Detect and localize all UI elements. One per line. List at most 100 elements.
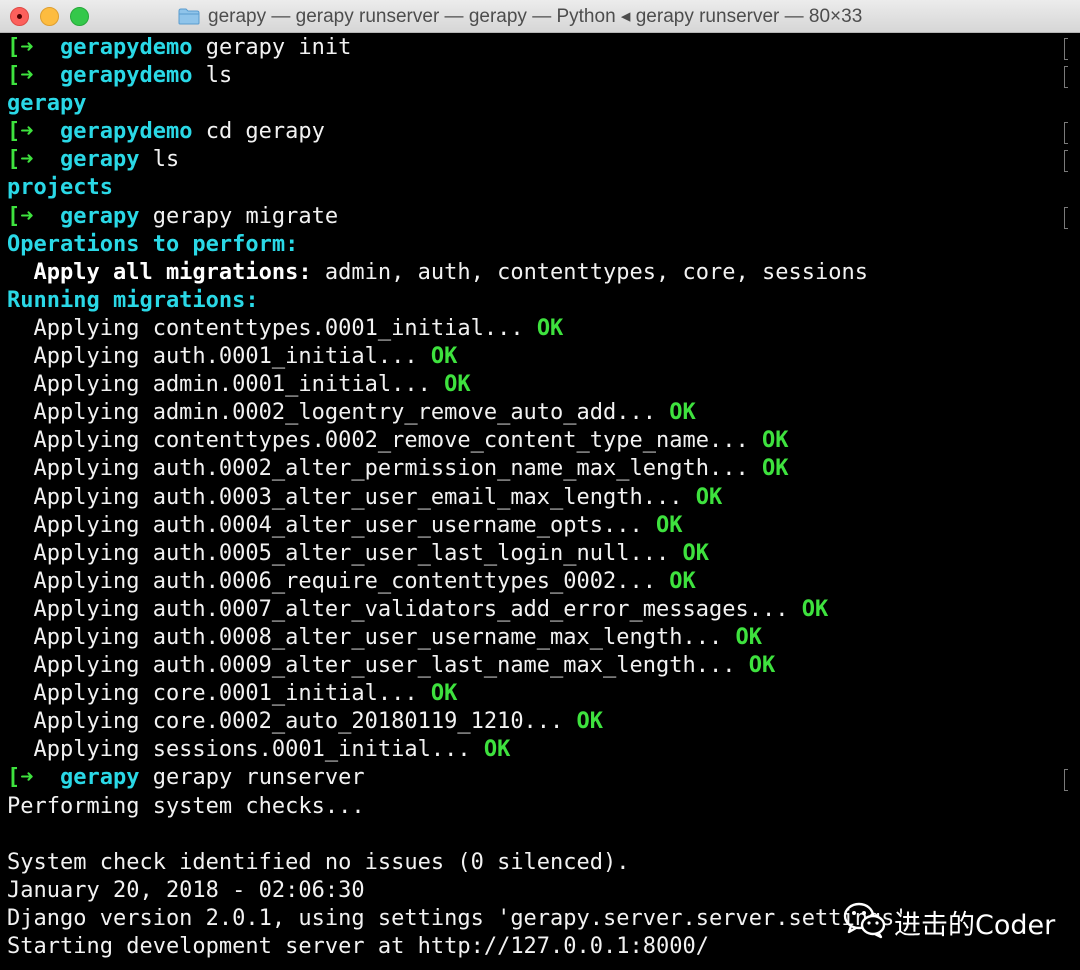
window-title: gerapy — gerapy runserver — gerapy — Pyt… xyxy=(208,6,863,27)
output-text: January 20, 2018 - 02:06:30 xyxy=(7,877,365,903)
command-text: cd gerapy xyxy=(192,119,325,145)
status-ok: OK xyxy=(656,512,683,538)
terminal-line: Applying core.0001_initial... OK xyxy=(7,680,1068,708)
migration-text: Applying auth.0002_alter_permission_name… xyxy=(7,456,762,482)
terminal-line: Applying contenttypes.0002_remove_conten… xyxy=(7,427,1068,455)
status-ok: OK xyxy=(536,315,564,341)
terminal-output[interactable]: [➜ gerapydemo gerapy init [➜ gerapydemo l… xyxy=(0,34,1068,970)
apply-list: admin, auth, contenttypes, core, session… xyxy=(311,259,868,285)
terminal-line: Applying auth.0002_alter_permission_name… xyxy=(7,455,1068,483)
terminal-line: Apply all migrations: admin, auth, conte… xyxy=(7,259,1068,287)
terminal-line: Applying admin.0002_logentry_remove_auto… xyxy=(7,399,1068,427)
status-ok: OK xyxy=(669,568,696,594)
wechat-icon xyxy=(842,900,888,945)
terminal-line: Applying auth.0003_alter_user_email_max_… xyxy=(7,484,1068,512)
prompt-cwd: gerapy xyxy=(60,765,140,791)
status-ok: OK xyxy=(735,624,762,650)
prompt-arrow-icon: ➜ xyxy=(20,119,34,145)
prompt-cwd: gerapydemo xyxy=(60,119,193,145)
status-ok: OK xyxy=(695,484,723,510)
prompt-arrow-icon: ➜ xyxy=(20,765,34,791)
terminal-line: Applying sessions.0001_initial... OK xyxy=(7,736,1068,764)
migration-text: Applying contenttypes.0001_initial... xyxy=(7,315,537,341)
migration-text: Applying auth.0001_initial... xyxy=(7,344,431,370)
terminal-line: projects xyxy=(7,174,1068,202)
migration-text: Applying core.0001_initial... xyxy=(7,681,431,707)
migration-text: Applying auth.0008_alter_user_username_m… xyxy=(7,624,736,650)
terminal-line: Applying admin.0001_initial... OK xyxy=(7,371,1068,399)
terminal-line: Applying core.0002_auto_20180119_1210...… xyxy=(7,708,1068,736)
migration-text: Applying auth.0004_alter_user_username_o… xyxy=(7,512,657,538)
prompt-marker: [ xyxy=(7,765,21,791)
terminal-line: Operations to perform: xyxy=(7,231,1068,259)
migration-text: Applying sessions.0001_initial... xyxy=(7,737,484,763)
prompt-marker: [ xyxy=(7,63,21,89)
scroll-mark xyxy=(1064,768,1068,791)
terminal-line: Applying auth.0007_alter_validators_add_… xyxy=(7,596,1068,624)
prompt-cwd: gerapy xyxy=(60,147,140,173)
prompt-arrow-icon: ➜ xyxy=(20,203,34,229)
output-heading: Running migrations: xyxy=(7,287,259,313)
terminal-line: Applying auth.0009_alter_user_last_name_… xyxy=(7,652,1068,680)
command-text: ls xyxy=(139,147,180,173)
watermark: 进击的Coder xyxy=(842,900,1055,945)
prompt-cwd: gerapy xyxy=(60,203,140,229)
command-text: gerapy init xyxy=(192,35,352,60)
migration-text: Applying auth.0006_require_contenttypes_… xyxy=(7,568,670,594)
terminal-line: [➜ gerapy ls xyxy=(7,146,1068,174)
prompt-marker: [ xyxy=(7,147,21,173)
migration-text: Applying auth.0005_alter_user_last_login… xyxy=(7,540,683,566)
command-text: gerapy runserver xyxy=(139,765,365,791)
output-text: System check identified no issues (0 sil… xyxy=(7,849,630,875)
terminal-line: [➜ gerapydemo ls xyxy=(7,62,1068,90)
status-ok: OK xyxy=(669,400,696,426)
scroll-mark xyxy=(1064,66,1068,89)
output-text: Django version 2.0.1, using settings 'ge… xyxy=(7,905,908,931)
terminal-line: Applying auth.0006_require_contenttypes_… xyxy=(7,568,1068,596)
migration-text: Applying admin.0002_logentry_remove_auto… xyxy=(7,400,670,426)
watermark-text: 进击的Coder xyxy=(894,910,1056,941)
prompt-cwd: gerapydemo xyxy=(60,63,193,89)
terminal-line: Running migrations: xyxy=(7,287,1068,315)
terminal-line: Applying auth.0001_initial... OK xyxy=(7,343,1068,371)
terminal-window: gerapy — gerapy runserver — gerapy — Pyt… xyxy=(0,0,1080,970)
migration-text: Applying auth.0007_alter_validators_add_… xyxy=(7,596,802,622)
output-heading: Operations to perform: xyxy=(7,231,299,257)
terminal-line: Applying auth.0004_alter_user_username_o… xyxy=(7,512,1068,540)
scroll-mark xyxy=(1064,150,1068,173)
migration-text: Applying auth.0003_alter_user_email_max_… xyxy=(7,484,696,510)
status-ok: OK xyxy=(761,456,789,482)
migration-text: Applying admin.0001_initial... xyxy=(7,372,445,398)
terminal-line: [➜ gerapydemo gerapy init xyxy=(7,34,1068,62)
terminal-line: Performing system checks... xyxy=(7,793,1068,821)
minimize-button[interactable] xyxy=(40,7,59,26)
output-heading: projects xyxy=(7,175,113,201)
close-button[interactable] xyxy=(10,7,29,26)
scroll-mark xyxy=(1064,122,1068,145)
folder-icon xyxy=(178,8,200,25)
status-ok: OK xyxy=(444,372,471,398)
scroll-mark xyxy=(1064,206,1068,229)
prompt-marker: [ xyxy=(7,203,21,229)
command-text: gerapy migrate xyxy=(139,203,339,229)
terminal-line: Applying auth.0005_alter_user_last_login… xyxy=(7,540,1068,568)
status-ok: OK xyxy=(682,540,710,566)
zoom-button[interactable] xyxy=(70,7,89,26)
terminal-line: System check identified no issues (0 sil… xyxy=(7,849,1068,877)
terminal-line: [➜ gerapy gerapy runserver xyxy=(7,764,1068,792)
apply-label: Apply all migrations: xyxy=(7,259,312,285)
status-ok: OK xyxy=(748,653,776,679)
terminal-line: [➜ gerapy gerapy migrate xyxy=(7,203,1068,231)
title-bar[interactable]: gerapy — gerapy runserver — gerapy — Pyt… xyxy=(0,0,1080,33)
prompt-arrow-icon: ➜ xyxy=(20,35,34,60)
status-ok: OK xyxy=(430,681,458,707)
prompt-cwd: gerapydemo xyxy=(60,35,193,60)
terminal-line: gerapy xyxy=(7,90,1068,118)
migration-text: Applying auth.0009_alter_user_last_name_… xyxy=(7,653,749,679)
prompt-marker: [ xyxy=(7,119,21,145)
prompt-marker: [ xyxy=(7,35,21,60)
status-ok: OK xyxy=(483,737,511,763)
window-title-area: gerapy — gerapy runserver — gerapy — Pyt… xyxy=(178,0,862,33)
migration-text: Applying core.0002_auto_20180119_1210... xyxy=(7,709,577,735)
